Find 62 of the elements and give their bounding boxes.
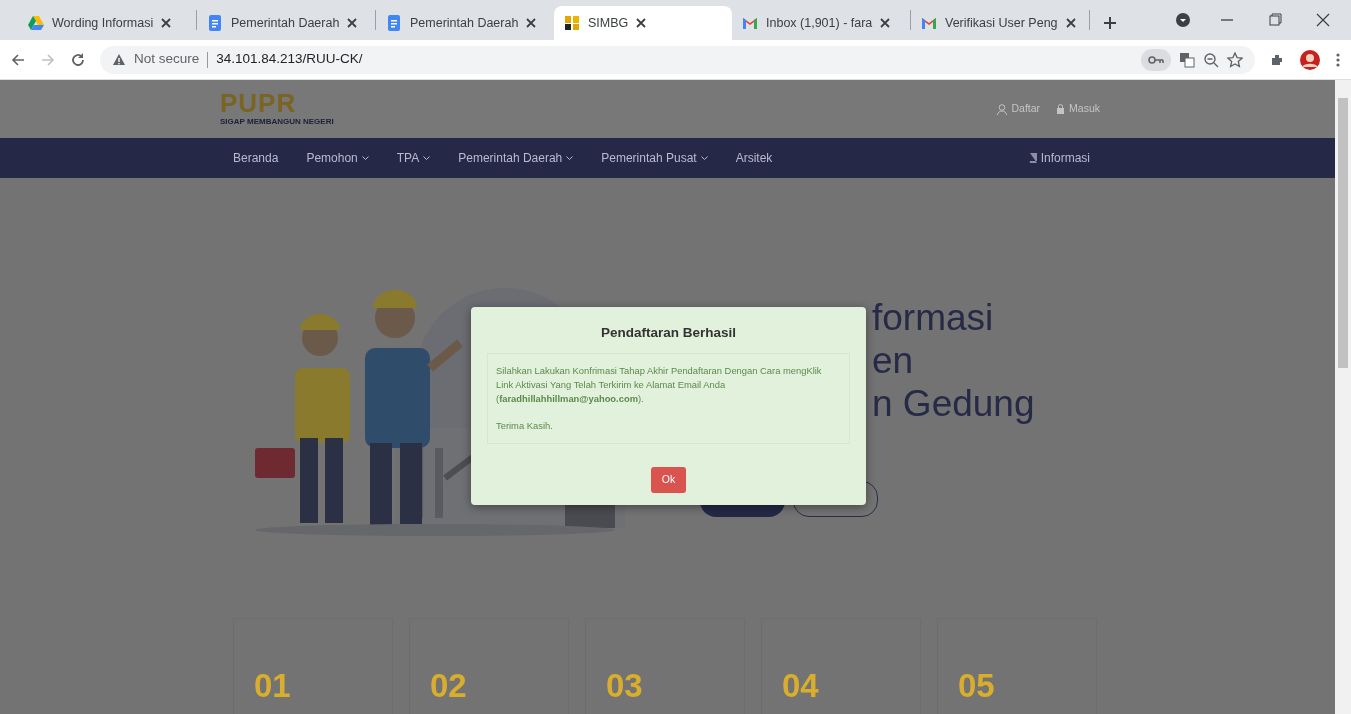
star-icon[interactable] — [1227, 51, 1243, 68]
close-icon[interactable] — [347, 18, 358, 28]
back-arrow-icon[interactable] — [10, 51, 26, 68]
hero-heading-line: formasi — [872, 296, 995, 339]
message-text: Silahkan Lakukan Konfrimasi Tahap Akhir Pendaftaran Dengan Cara mengKlik Link Aktivasi Yang Telah Terkirim ke Alamat Email Anda (faradhillahhillman@yahoo.com). — [496, 364, 823, 406]
document-icon — [386, 15, 402, 31]
hero-heading-line: n Gedung — [872, 382, 1035, 425]
address-bar[interactable]: Not secure 34.101.84.213/RUU-CK/ — [100, 45, 1255, 74]
lock-icon — [1056, 104, 1066, 114]
scrollbar[interactable] — [1335, 80, 1351, 714]
browser-tab[interactable]: SIMBG — [554, 6, 732, 40]
hero-heading-line: en — [872, 339, 915, 382]
close-icon[interactable] — [1065, 18, 1076, 28]
step-card: 03 — [585, 618, 745, 714]
close-icon[interactable] — [526, 18, 537, 28]
ok-button[interactable]: Ok — [650, 466, 687, 493]
nav-link[interactable]: Pemohon — [306, 149, 369, 167]
nav-link[interactable]: Pemerintah Daerah — [458, 149, 574, 167]
logo-icon — [564, 15, 580, 31]
avatar-icon[interactable] — [1299, 48, 1321, 71]
key-icon[interactable] — [1148, 54, 1164, 65]
close-icon[interactable] — [636, 18, 647, 28]
warning-icon — [112, 53, 126, 66]
book-icon — [1027, 153, 1037, 163]
step-card: 04 — [761, 618, 921, 714]
browser-tab[interactable]: Pemerintah Daerah — [376, 6, 554, 40]
nav-link[interactable]: Beranda — [233, 149, 279, 167]
translate-icon[interactable] — [1179, 51, 1195, 68]
closing-text: Terima Kasih. — [496, 419, 554, 433]
nav-link[interactable]: TPA — [396, 149, 431, 167]
browser-tab[interactable]: Pemerintah Daerah — [197, 6, 375, 40]
security-label: Not secure — [134, 50, 200, 69]
nav-link[interactable]: Arsitek — [735, 149, 773, 167]
tab-title: Pemerintah Daerah — [231, 14, 340, 32]
nav-link[interactable]: Informasi — [1027, 149, 1090, 167]
step-card: 05 — [937, 618, 1097, 714]
mail-icon — [921, 15, 937, 31]
browser-tab[interactable]: Wording Informasi — [18, 6, 196, 40]
tab-title: SIMBG — [588, 14, 629, 32]
close-icon[interactable] — [880, 18, 891, 28]
modal-title: Pendaftaran Berhasil — [599, 324, 737, 342]
reload-icon[interactable] — [70, 51, 86, 68]
step-card: 01 — [233, 618, 393, 714]
tab-title: Inbox (1,901) - fara — [766, 14, 873, 32]
document-icon — [207, 15, 223, 31]
user-icon — [997, 103, 1008, 115]
browser-tab[interactable]: Inbox (1,901) - fara — [732, 6, 910, 40]
mail-icon — [742, 15, 758, 31]
close-icon[interactable] — [161, 18, 172, 28]
browser-tab[interactable]: Verifikasi User Peng — [911, 6, 1089, 40]
logo-tagline: SIGAP MEMBANGUN NEGERI — [220, 116, 334, 128]
logo-text: PUPR — [220, 90, 298, 116]
tab-title: Verifikasi User Peng — [945, 14, 1058, 32]
menu-icon[interactable] — [1335, 51, 1341, 68]
zoom-out-icon[interactable] — [1203, 51, 1219, 68]
tab-title: Wording Informasi — [52, 14, 154, 32]
triangle-logo-icon — [28, 15, 44, 31]
step-card: 02 — [409, 618, 569, 714]
nav-link[interactable]: Pemerintah Pusat — [601, 149, 708, 167]
tab-title: Pemerintah Daerah — [410, 14, 519, 32]
dropdown-icon[interactable] — [1175, 12, 1191, 28]
url-text: 34.101.84.213/RUU-CK/ — [216, 50, 363, 69]
